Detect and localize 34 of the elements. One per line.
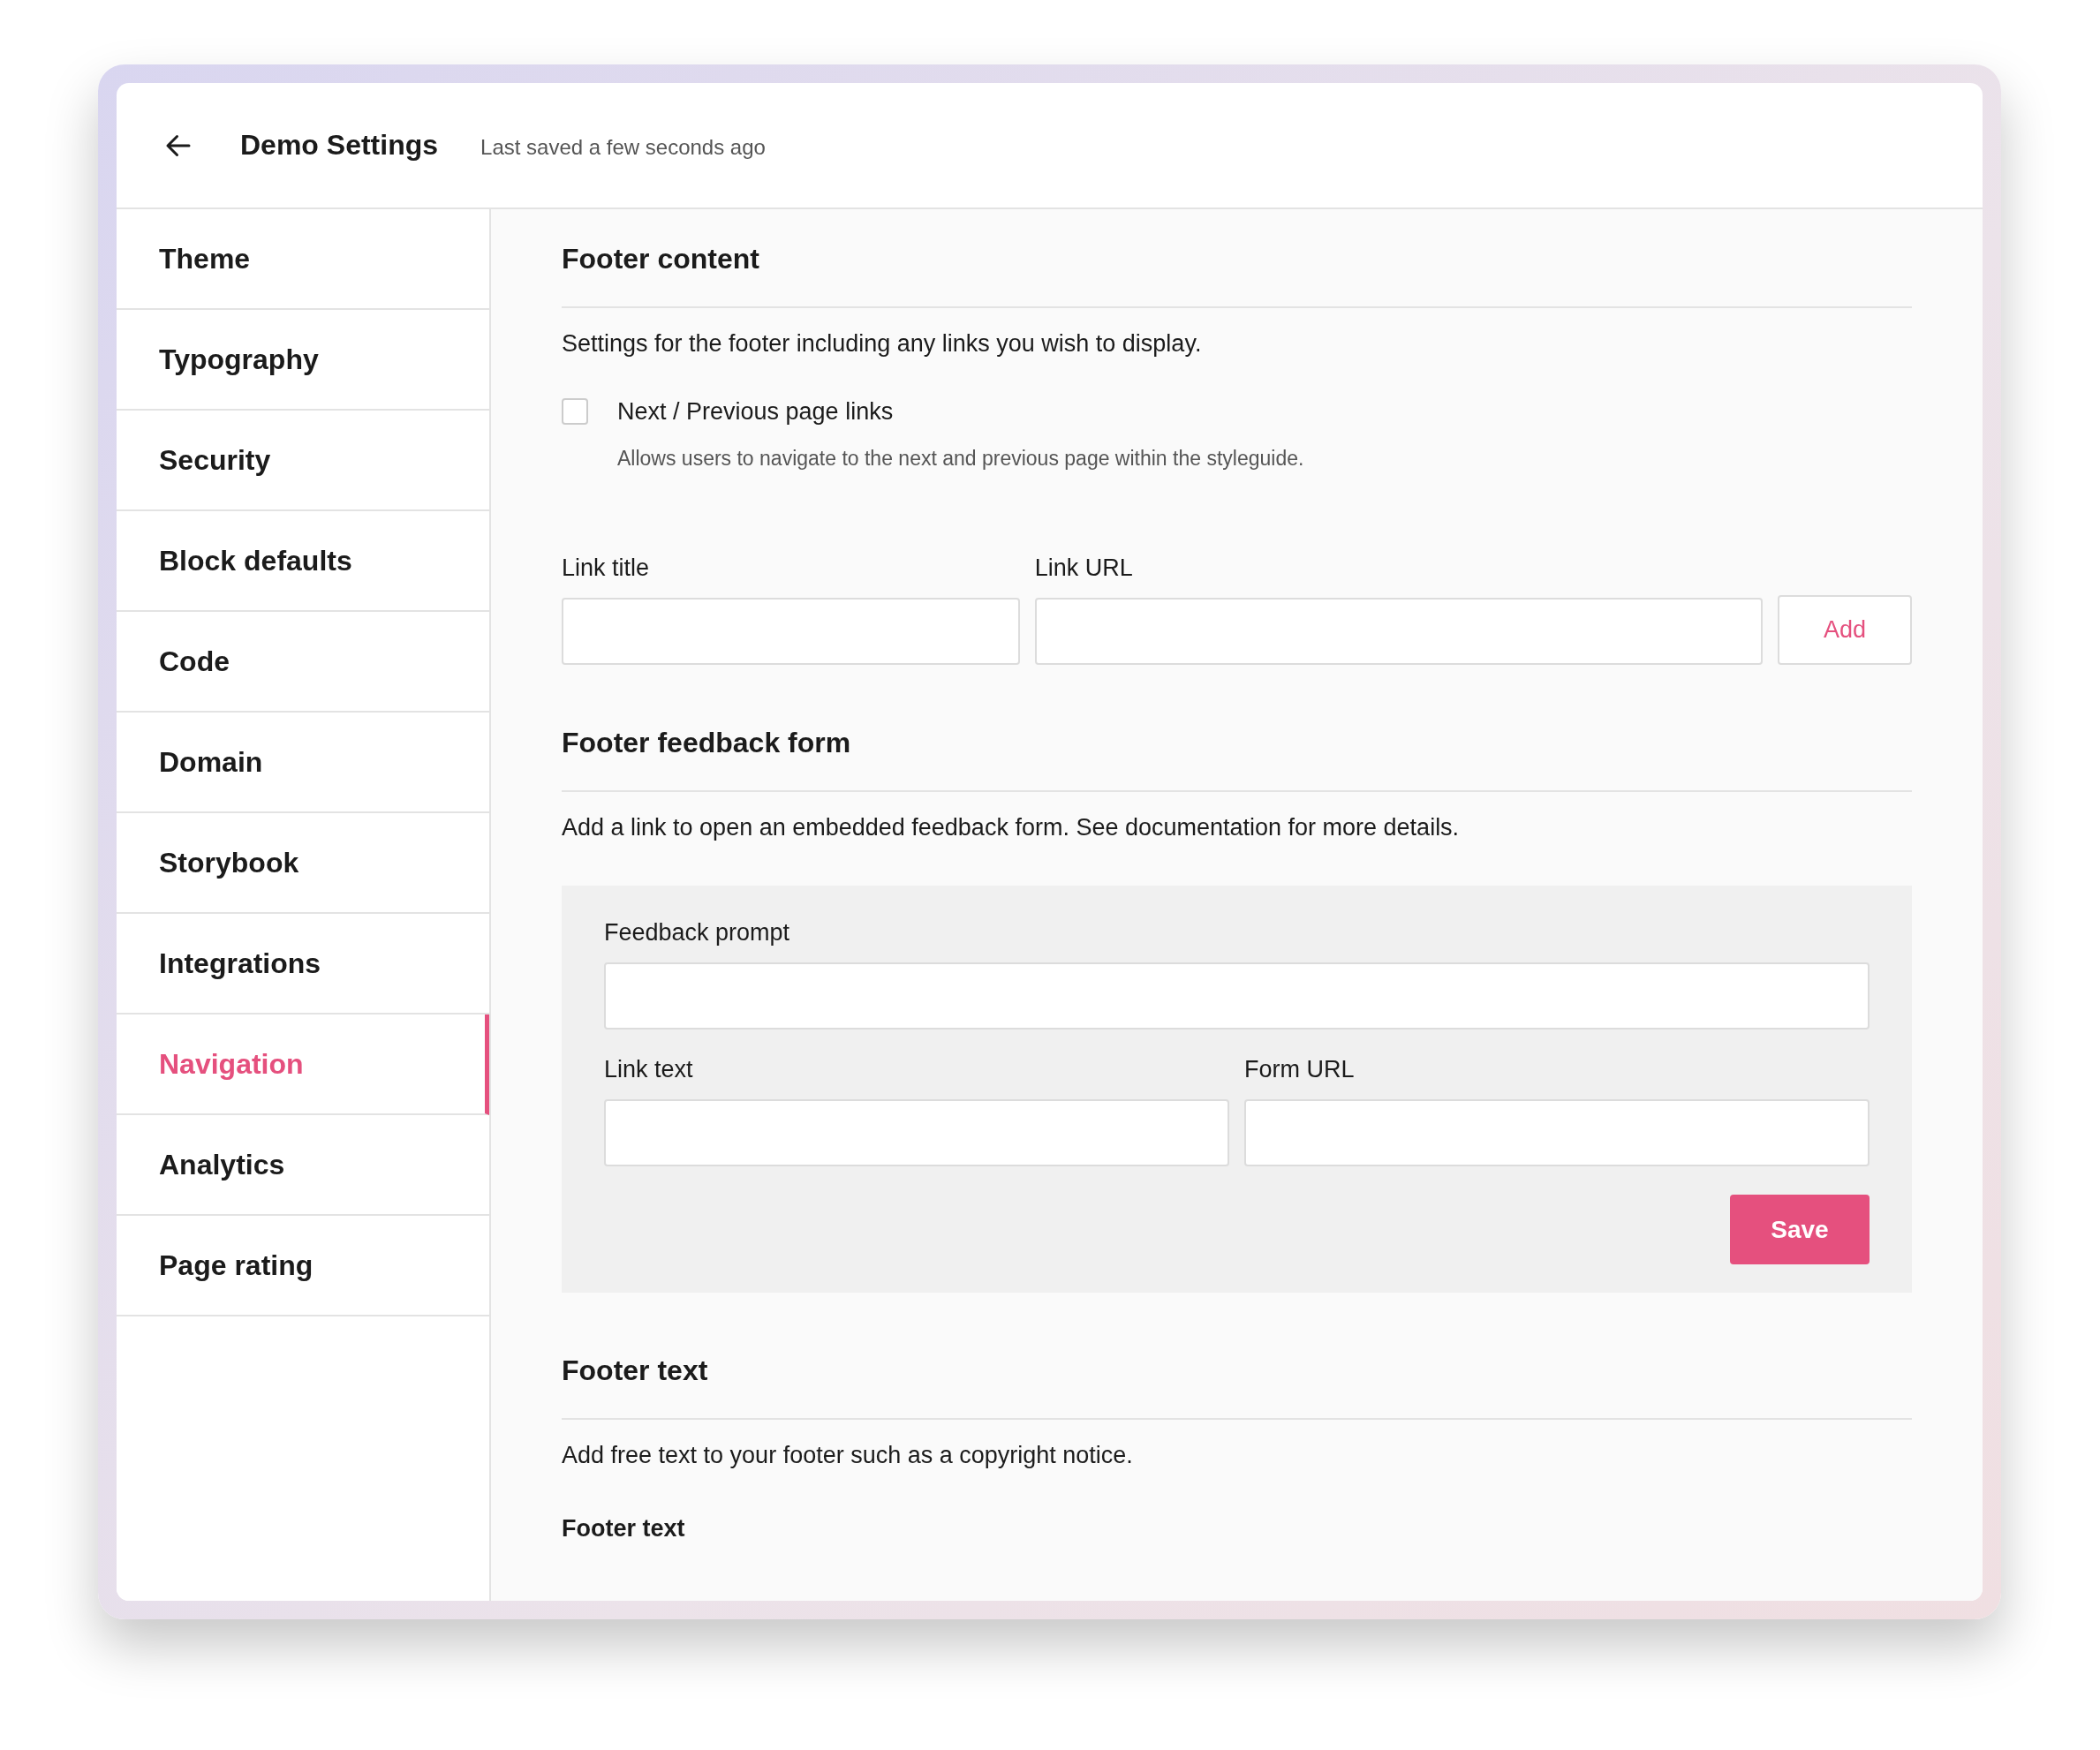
save-status: Last saved a few seconds ago — [480, 133, 766, 160]
input-field[interactable] — [604, 1099, 1229, 1166]
field-label: Link URL — [1034, 554, 1134, 582]
sidebar-item[interactable]: Typography — [117, 310, 489, 411]
checkbox[interactable] — [562, 398, 588, 425]
input-field[interactable] — [562, 598, 1020, 665]
sidebar-item[interactable]: Storybook — [117, 813, 489, 914]
sidebar-item[interactable]: Block defaults — [117, 511, 489, 612]
section-description: Settings for the footer including any links you wish to display. — [562, 330, 1203, 358]
page-title: Demo Settings — [240, 129, 439, 162]
section-heading: Footer content — [562, 243, 1912, 308]
help-text: Allows users to navigate to the next and previous page within the styleguide. — [617, 447, 1304, 471]
sidebar-item[interactable]: Page rating — [117, 1216, 489, 1316]
field-label: Feedback prompt — [604, 919, 791, 947]
sidebar-item[interactable]: Security — [117, 411, 489, 511]
sidebar-item[interactable]: Theme — [117, 209, 489, 310]
section-description: Add free text to your footer such as a copyright notice. — [562, 1442, 1134, 1469]
field-label: Link text — [604, 1056, 694, 1083]
field-label: Link title — [562, 554, 651, 582]
sidebar-item[interactable]: Code — [117, 612, 489, 713]
section-heading: Footer text — [562, 1354, 1912, 1420]
save-button[interactable]: Save — [1730, 1195, 1870, 1264]
sidebar-item[interactable]: Integrations — [117, 914, 489, 1015]
sidebar-item[interactable]: Analytics — [117, 1115, 489, 1216]
input-field[interactable] — [1034, 598, 1764, 665]
input-field[interactable] — [1244, 1099, 1870, 1166]
input-field[interactable] — [604, 962, 1870, 1030]
sidebar-item[interactable]: Domain — [117, 713, 489, 813]
add-button[interactable]: Add — [1778, 595, 1912, 665]
section-heading: Footer feedback form — [562, 727, 1912, 792]
section-description: Add a link to open an embedded feedback form. See documentation for more details. — [562, 814, 1461, 841]
field-label: Footer text — [562, 1515, 686, 1543]
field-label: Form URL — [1244, 1056, 1356, 1083]
checkbox-label: Next / Previous page links — [617, 398, 895, 426]
